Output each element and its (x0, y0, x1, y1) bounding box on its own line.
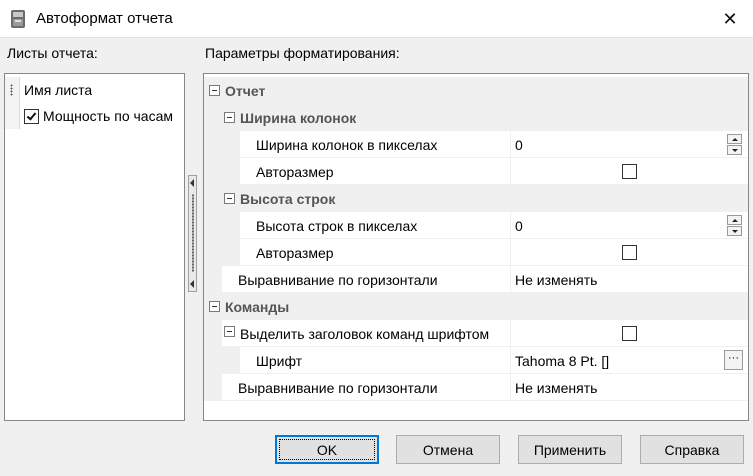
property-name: Шрифт (256, 353, 303, 369)
category-commands[interactable]: Команды (204, 293, 748, 320)
format-params-label: Параметры форматирования: (205, 45, 400, 61)
close-button[interactable]: ✕ (707, 0, 753, 38)
category-column-width[interactable]: Ширина колонок (204, 104, 748, 131)
property-value-cell[interactable]: Не изменять (511, 374, 748, 401)
close-icon: ✕ (722, 8, 738, 29)
property-value-cell[interactable]: 0 (511, 131, 748, 158)
report-sheets-label: Листы отчета: (7, 45, 98, 61)
row-handle (5, 77, 20, 103)
row-handle (5, 103, 20, 129)
cancel-button[interactable]: Отмена (396, 435, 500, 464)
sheet-item-label: Мощность по часам (43, 108, 173, 124)
title-bar: Автоформат отчета ✕ (0, 0, 753, 38)
sheet-checkbox[interactable] (24, 108, 39, 124)
category-label: Ширина колонок (240, 110, 357, 126)
alignment-value[interactable]: Не изменять (515, 272, 597, 288)
property-name: Авторазмер (256, 164, 334, 180)
property-column-autosize[interactable]: Авторазмер (204, 158, 748, 185)
spin-up-icon[interactable] (727, 134, 742, 144)
property-name-cell: Ширина колонок в пикселах (204, 131, 511, 158)
help-button[interactable]: Справка (640, 435, 744, 464)
ok-button[interactable]: OK (275, 435, 379, 464)
highlight-header-checkbox[interactable] (622, 326, 637, 341)
property-row-autosize[interactable]: Авторазмер (204, 239, 748, 266)
property-name-cell: Выравнивание по горизонтали (204, 374, 511, 401)
font-browse-button[interactable]: ··· (724, 350, 743, 370)
property-value-cell[interactable] (511, 158, 748, 185)
spin-up-icon[interactable] (727, 215, 742, 225)
apply-button[interactable]: Применить (518, 435, 622, 464)
property-name: Выравнивание по горизонтали (238, 380, 438, 396)
property-value-cell[interactable] (511, 239, 748, 266)
collapse-icon[interactable] (224, 112, 235, 123)
column-width-value[interactable]: 0 (515, 137, 523, 153)
report-app-icon (11, 10, 25, 28)
property-name: Авторазмер (256, 245, 334, 261)
property-name: Ширина колонок в пикселах (256, 137, 438, 153)
grip-dots-icon (10, 84, 13, 96)
list-item[interactable]: Мощность по часам (5, 103, 184, 129)
property-font[interactable]: Шрифт Tahoma 8 Pt. [] ··· (204, 347, 748, 374)
property-row-height-px[interactable]: Высота строк в пикселах 0 (204, 212, 748, 239)
property-name-cell: Шрифт (204, 347, 511, 374)
category-row-height[interactable]: Высота строк (204, 185, 748, 212)
column-width-spinner[interactable] (727, 134, 742, 155)
property-name-cell: Выравнивание по горизонтали (204, 266, 511, 293)
alignment-value[interactable]: Не изменять (515, 380, 597, 396)
category-label: Команды (225, 299, 290, 315)
row-height-value[interactable]: 0 (515, 218, 523, 234)
property-name-cell: Высота строк в пикселах (204, 212, 511, 239)
panel-splitter[interactable] (188, 175, 197, 292)
collapse-icon[interactable] (209, 85, 220, 96)
sheet-name-header: Имя листа (5, 77, 184, 103)
report-sheets-list[interactable]: Имя листа Мощность по часам (4, 73, 185, 421)
property-value-cell[interactable] (511, 320, 748, 347)
property-highlight-command-header[interactable]: Выделить заголовок команд шрифтом (204, 320, 748, 347)
property-name-cell: Авторазмер (204, 158, 511, 185)
spin-down-icon[interactable] (727, 226, 742, 236)
collapse-icon[interactable] (224, 326, 235, 337)
row-autosize-checkbox[interactable] (622, 245, 637, 260)
collapse-left-icon (190, 280, 194, 288)
property-horizontal-alignment[interactable]: Выравнивание по горизонтали Не изменять (204, 266, 748, 293)
column-autosize-checkbox[interactable] (622, 164, 637, 179)
window-title: Автоформат отчета (36, 10, 173, 27)
spin-down-icon[interactable] (727, 145, 742, 155)
property-commands-horizontal-alignment[interactable]: Выравнивание по горизонтали Не изменять (204, 374, 748, 401)
ellipsis-icon: ··· (728, 352, 739, 364)
category-label: Высота строк (240, 191, 336, 207)
sheet-name-header-label: Имя листа (24, 82, 93, 98)
property-value-cell[interactable]: Tahoma 8 Pt. [] ··· (511, 347, 748, 374)
property-name-cell: Авторазмер (204, 239, 511, 266)
row-height-spinner[interactable] (727, 215, 742, 236)
splitter-grip-icon (192, 194, 194, 272)
property-column-width-px[interactable]: Ширина колонок в пикселах 0 (204, 131, 748, 158)
category-label: Отчет (225, 83, 266, 99)
category-report[interactable]: Отчет (204, 77, 748, 104)
collapse-icon[interactable] (224, 193, 235, 204)
property-name: Выделить заголовок команд шрифтом (240, 326, 490, 342)
property-value-cell[interactable]: 0 (511, 212, 748, 239)
collapse-icon[interactable] (209, 301, 220, 312)
font-value[interactable]: Tahoma 8 Pt. [] (515, 353, 609, 369)
property-value-cell[interactable]: Не изменять (511, 266, 748, 293)
property-name-cell: Выделить заголовок команд шрифтом (204, 320, 511, 347)
property-grid[interactable]: Отчет Ширина колонок Ширина колонок в пи… (203, 73, 749, 421)
property-name: Высота строк в пикселах (256, 218, 418, 234)
collapse-left-icon (190, 179, 194, 187)
property-name: Выравнивание по горизонтали (238, 272, 438, 288)
check-icon (26, 109, 37, 121)
